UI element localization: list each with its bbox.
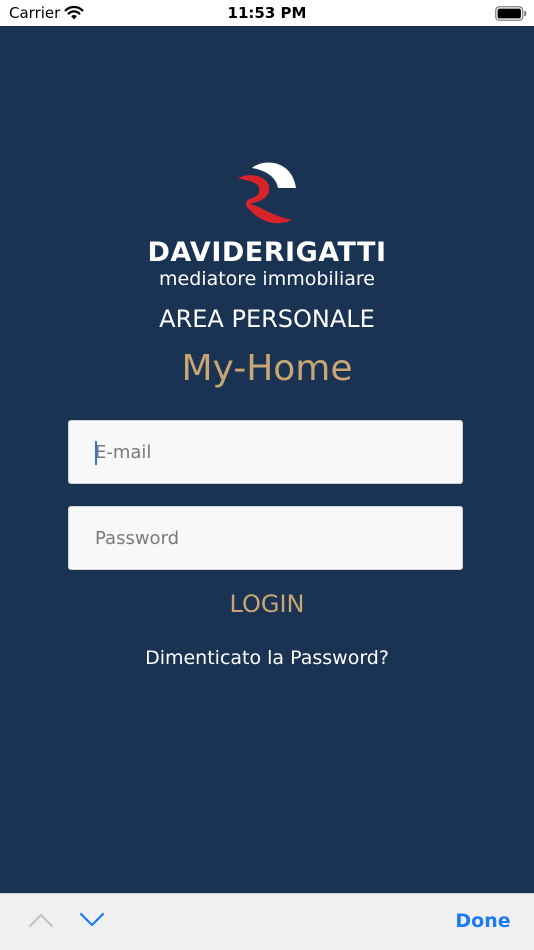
status-bar: Carrier 11:53 PM [0,0,534,26]
email-field[interactable] [68,420,463,484]
battery-icon [495,6,527,21]
brand-tagline: mediatore immobiliare [159,268,375,290]
done-button[interactable]: Done [448,910,518,932]
chevron-up-icon[interactable] [28,912,54,928]
keyboard-accessory-bar: Done [0,893,534,950]
text-cursor [95,441,97,465]
section-title: AREA PERSONALE [159,305,375,333]
brand-logo-icon [238,162,296,224]
forgot-password-link[interactable]: Dimenticato la Password? [0,647,534,669]
password-field[interactable] [68,506,463,570]
chevron-down-icon[interactable] [79,912,105,928]
login-button[interactable]: LOGIN [0,590,534,618]
clock: 11:53 PM [227,4,307,22]
app-title: My-Home [181,348,353,389]
brand-name: DAVIDERIGATTI [147,237,387,268]
